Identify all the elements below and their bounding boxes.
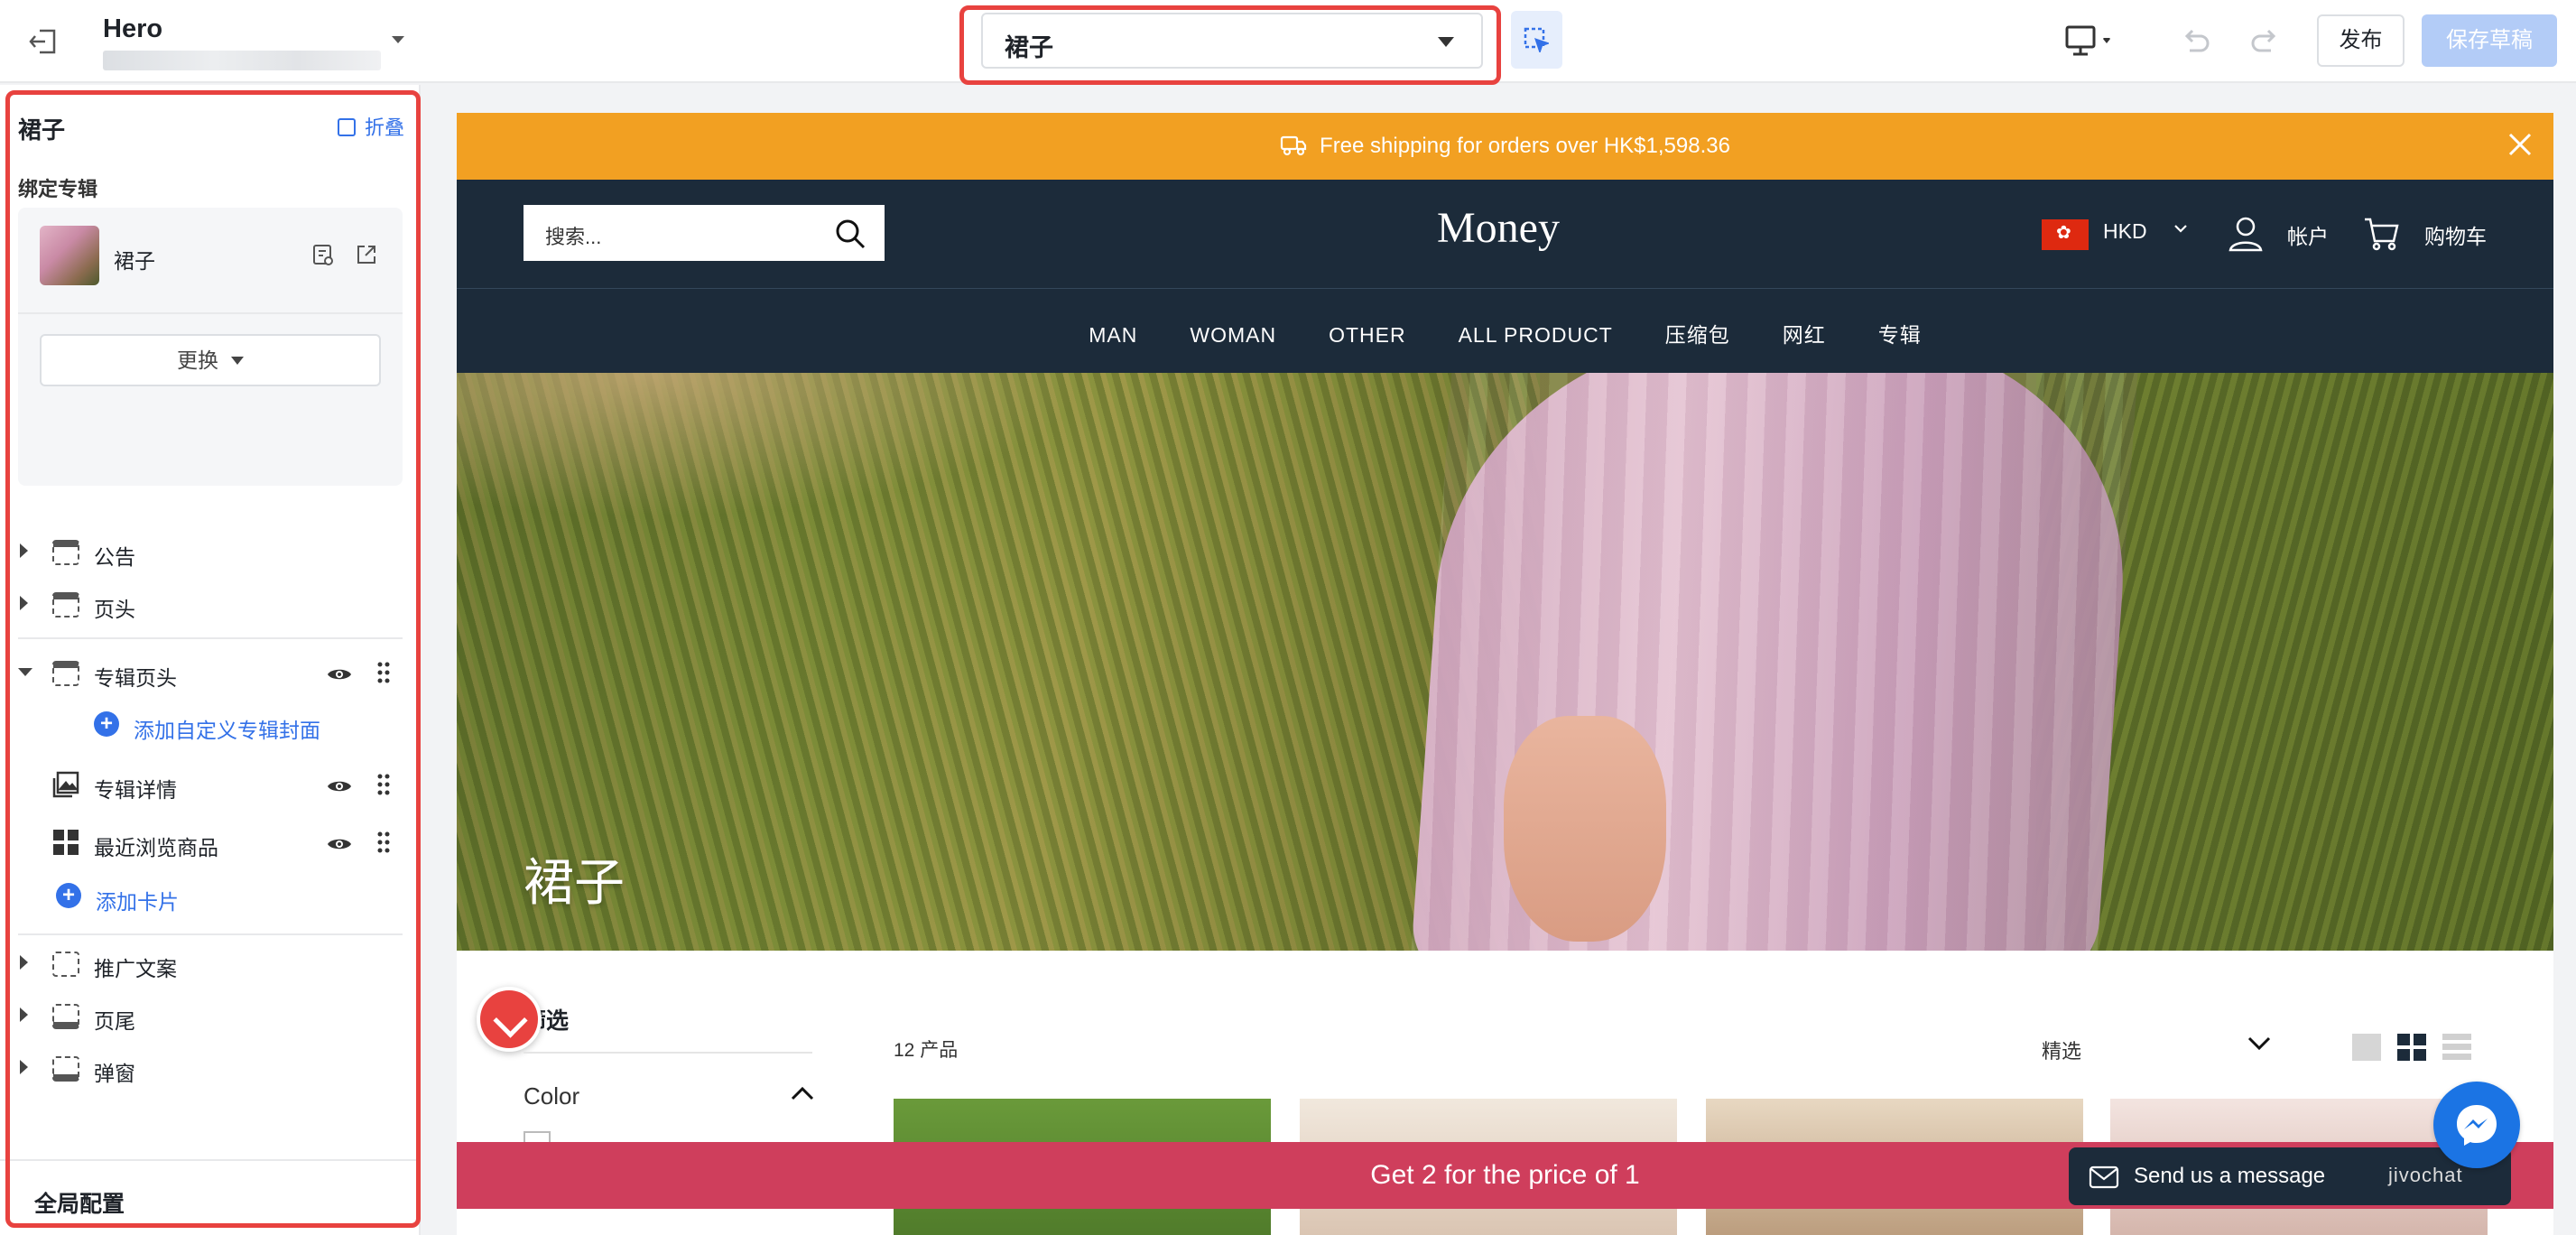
truck-icon: [1280, 135, 1307, 156]
hong-kong-flag-icon: [2042, 219, 2089, 250]
chat-message-label: Send us a message: [2134, 1164, 2326, 1188]
search-placeholder: 搜索...: [545, 226, 602, 248]
store-nav: MAN WOMAN OTHER ALL PRODUCT 压缩包 网红 专辑: [457, 288, 2553, 373]
chat-brand: jivochat: [2388, 1164, 2463, 1186]
user-icon[interactable]: [2226, 214, 2266, 254]
store-preview: Free shipping for orders over HK$1,598.3…: [457, 113, 2553, 1235]
hero-image-light: [457, 373, 1089, 517]
filter-color-label[interactable]: Color: [524, 1082, 579, 1110]
chat-message-button[interactable]: Send us a message jivochat: [2069, 1147, 2511, 1205]
select-cursor-icon: [1524, 27, 1549, 52]
store-search-input[interactable]: 搜索...: [524, 205, 885, 261]
messenger-button[interactable]: [2433, 1082, 2520, 1168]
nav-item-man[interactable]: MAN: [1089, 323, 1137, 348]
chevron-up-icon[interactable]: [791, 1086, 814, 1100]
announcement-bar[interactable]: Free shipping for orders over HK$1,598.3…: [457, 113, 2553, 180]
gift-widget-icon[interactable]: [477, 987, 542, 1052]
theme-subtitle-blurred: [103, 51, 381, 70]
search-icon[interactable]: [834, 218, 866, 250]
announcement-text: Free shipping for orders over HK$1,598.3…: [1320, 134, 1730, 158]
nav-item-collection[interactable]: 专辑: [1878, 318, 1922, 348]
cart-icon[interactable]: [2363, 216, 2401, 252]
highlight-box-sidebar: [5, 90, 421, 1228]
nav-item-other[interactable]: OTHER: [1329, 323, 1406, 348]
close-icon[interactable]: [2507, 131, 2534, 158]
highlight-box-page-select: [959, 5, 1501, 85]
editor-toolbar: Hero 裙子 发布 保存草稿: [0, 0, 2576, 85]
theme-title: Hero: [103, 14, 163, 43]
nav-item-all-product[interactable]: ALL PRODUCT: [1459, 323, 1613, 348]
exit-icon[interactable]: [27, 25, 60, 58]
element-picker-button[interactable]: [1511, 11, 1562, 69]
nav-item-influencer[interactable]: 网红: [1783, 318, 1826, 348]
account-link[interactable]: 帐户: [2287, 219, 2329, 250]
product-count: 12 产品: [894, 1040, 959, 1061]
device-toggle[interactable]: [2063, 23, 2117, 60]
mail-icon: [2089, 1165, 2119, 1189]
store-header: 搜索... Money HKD 帐户 购物车: [457, 180, 2553, 288]
view-large-grid-icon[interactable]: [2352, 1034, 2381, 1061]
desktop-icon: [2065, 25, 2110, 56]
redo-icon[interactable]: [2249, 25, 2282, 58]
undo-icon[interactable]: [2179, 25, 2211, 58]
divider: [524, 1052, 812, 1054]
messenger-icon: [2457, 1105, 2497, 1146]
view-list-icon[interactable]: [2442, 1034, 2471, 1061]
chevron-down-icon[interactable]: [2173, 223, 2188, 234]
hero-title: 裙子: [524, 854, 625, 911]
chevron-down-icon[interactable]: [392, 36, 404, 43]
cart-link[interactable]: 购物车: [2424, 219, 2487, 250]
sort-select[interactable]: 精选: [2042, 1035, 2081, 1064]
save-draft-button[interactable]: 保存草稿: [2422, 14, 2557, 67]
collection-hero-banner[interactable]: 裙子: [457, 373, 2553, 951]
store-logo[interactable]: Money: [1437, 203, 1560, 253]
currency-selector[interactable]: HKD: [2103, 219, 2147, 244]
hero-image-hand: [1504, 716, 1666, 942]
view-grid-icon[interactable]: [2397, 1034, 2426, 1061]
nav-item-woman[interactable]: WOMAN: [1190, 323, 1276, 348]
chevron-down-icon[interactable]: [2247, 1035, 2271, 1052]
publish-button[interactable]: 发布: [2317, 14, 2405, 67]
nav-item-archive[interactable]: 压缩包: [1665, 318, 1730, 348]
